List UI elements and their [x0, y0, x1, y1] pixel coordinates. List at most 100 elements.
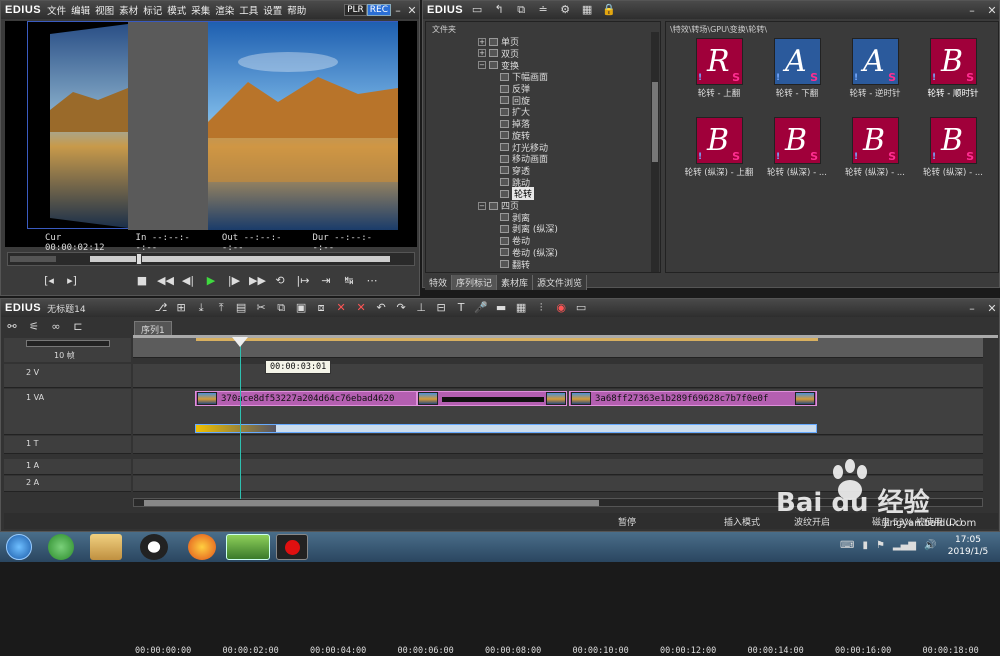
up-icon[interactable]: ↰: [491, 3, 507, 17]
menu-tools[interactable]: 工具: [239, 6, 258, 17]
tree-item[interactable]: + 单页: [478, 36, 519, 48]
apply-icon[interactable]: ⚙: [557, 3, 573, 17]
menu-edit[interactable]: 编辑: [71, 6, 90, 17]
effect-thumbnail[interactable]: B! S: [774, 117, 821, 164]
menu-file[interactable]: 文件: [47, 6, 66, 17]
menu-render[interactable]: 渲染: [215, 6, 234, 17]
tab-bin[interactable]: 素材库: [497, 275, 534, 290]
tree-item[interactable]: − 四页: [478, 200, 519, 212]
tree-item[interactable]: 反弹: [500, 83, 530, 95]
tree-item[interactable]: 卷动: [500, 235, 530, 247]
mic-icon[interactable]: 🎤: [473, 301, 489, 315]
paste-icon[interactable]: ▣: [293, 301, 309, 315]
set-out-icon[interactable]: ▸]: [64, 274, 80, 288]
tree-item[interactable]: 扩大: [500, 106, 530, 118]
delete-icon[interactable]: ✕: [333, 301, 349, 315]
open-icon[interactable]: ⊞: [173, 301, 189, 315]
transition[interactable]: [417, 391, 567, 406]
track-tool-4-icon[interactable]: ⊏: [70, 320, 86, 334]
tree-item[interactable]: 穿透: [500, 165, 530, 177]
step-forward-icon[interactable]: |▶: [226, 274, 242, 288]
expand-icon[interactable]: +: [478, 49, 486, 58]
scrub-bar[interactable]: [7, 252, 415, 266]
menu-help[interactable]: 帮助: [287, 6, 306, 17]
minimize-icon[interactable]: –: [391, 4, 405, 17]
flag-icon[interactable]: ⚑: [876, 540, 885, 554]
effect-label[interactable]: 轮转 - 顺时针: [910, 87, 996, 99]
effect-label[interactable]: 轮转 (纵深) - 上翻: [676, 166, 762, 178]
ripple-delete-icon[interactable]: ✕: [353, 301, 369, 315]
tree-item[interactable]: 卷动 (纵深): [500, 247, 558, 259]
fast-forward-icon[interactable]: ▶▶: [249, 274, 266, 288]
redo-icon[interactable]: ↷: [393, 301, 409, 315]
effect-label[interactable]: 轮转 (纵深) - ...: [832, 166, 918, 178]
menu-capture[interactable]: 采集: [191, 6, 210, 17]
menu-mode[interactable]: 模式: [167, 6, 186, 17]
marker-icon[interactable]: ⊥: [413, 301, 429, 315]
effect-label[interactable]: 轮转 - 下翻: [754, 87, 840, 99]
tab-source-browser[interactable]: 源文件浏览: [533, 275, 588, 290]
stop-icon[interactable]: ■: [134, 274, 150, 288]
tree-item[interactable]: 翻转: [500, 258, 530, 271]
track-header-a2[interactable]: 2 A: [4, 476, 131, 492]
undo-icon[interactable]: ↶: [373, 301, 389, 315]
timeline-minimize-icon[interactable]: –: [965, 302, 979, 315]
track-header-t1[interactable]: 1 T: [4, 436, 131, 454]
taskbar-app-refresh[interactable]: [48, 534, 74, 560]
tree-item[interactable]: 下幅画面: [500, 71, 548, 83]
collapse-icon[interactable]: −: [478, 61, 486, 70]
playhead-handle[interactable]: [232, 337, 248, 347]
grid-icon[interactable]: ▦: [513, 301, 529, 315]
taskbar-app-explorer[interactable]: [90, 534, 122, 560]
track-header-v2[interactable]: 2 V: [4, 364, 131, 388]
scrub-handle[interactable]: [136, 253, 142, 265]
folder-icon[interactable]: ▭: [469, 3, 485, 17]
tree-item[interactable]: 旋转: [500, 130, 530, 142]
menu-marker[interactable]: 标记: [143, 6, 162, 17]
tree-item[interactable]: − 变换: [478, 59, 519, 72]
close-icon[interactable]: ✕: [405, 4, 419, 17]
keyboard-icon[interactable]: ⌨: [840, 540, 854, 554]
cut-icon[interactable]: ✂: [253, 301, 269, 315]
taskbar-app-recorder[interactable]: [276, 534, 308, 560]
align-icon[interactable]: ≐: [535, 3, 551, 17]
replace-icon[interactable]: ↹: [341, 274, 357, 288]
copy-icon[interactable]: ⧉: [513, 3, 529, 17]
step-back-icon[interactable]: ◀|: [180, 274, 196, 288]
effect-thumbnail[interactable]: B! S: [930, 117, 977, 164]
split-icon[interactable]: ⊟: [433, 301, 449, 315]
tree-item[interactable]: 掉落: [500, 118, 530, 130]
taskbar-app-edius[interactable]: [226, 534, 270, 560]
track-header-a1[interactable]: 1 A: [4, 459, 131, 475]
link-icon[interactable]: ⧈: [313, 301, 329, 315]
tree-item[interactable]: 移动画面: [500, 153, 548, 165]
tree-item[interactable]: + 双页: [478, 48, 519, 60]
track-tool-1-icon[interactable]: ⚯: [4, 320, 20, 334]
volume-icon[interactable]: 🔊: [924, 540, 936, 554]
tab-sequence-markers[interactable]: 序列标记: [452, 275, 498, 290]
start-button[interactable]: [6, 534, 32, 560]
tree-item[interactable]: 回旋: [500, 95, 530, 107]
expand-icon[interactable]: +: [478, 37, 486, 46]
effect-thumbnail[interactable]: A! S: [774, 38, 821, 85]
zoom-slider[interactable]: [26, 340, 110, 347]
play-icon[interactable]: ▶: [203, 274, 219, 288]
title-icon[interactable]: T: [453, 301, 469, 315]
menu-view[interactable]: 视图: [95, 6, 114, 17]
effect-thumbnail[interactable]: B! S: [696, 117, 743, 164]
rec-button[interactable]: REC: [366, 4, 391, 16]
effect-thumbnail[interactable]: B! S: [930, 38, 977, 85]
render-icon[interactable]: ▬: [493, 301, 509, 315]
layout-icon[interactable]: ▭: [573, 301, 589, 315]
time-ruler[interactable]: [133, 338, 983, 358]
set-in-icon[interactable]: [◂: [41, 274, 57, 288]
track-lane-v2[interactable]: [133, 364, 983, 388]
mixer-icon[interactable]: ⫶: [533, 301, 549, 315]
copy-clip-icon[interactable]: ⧉: [273, 301, 289, 315]
effects-close-icon[interactable]: ✕: [985, 4, 999, 17]
clip-2[interactable]: 3a68ff27363e1b289f69628c7b7f0e0f: [569, 391, 817, 406]
rewind-icon[interactable]: ◀◀: [157, 274, 174, 288]
tab-effects[interactable]: 特效: [425, 275, 453, 290]
plr-rec-switch[interactable]: PLR REC – ✕: [344, 4, 419, 17]
lock-icon[interactable]: 🔒: [601, 3, 617, 17]
